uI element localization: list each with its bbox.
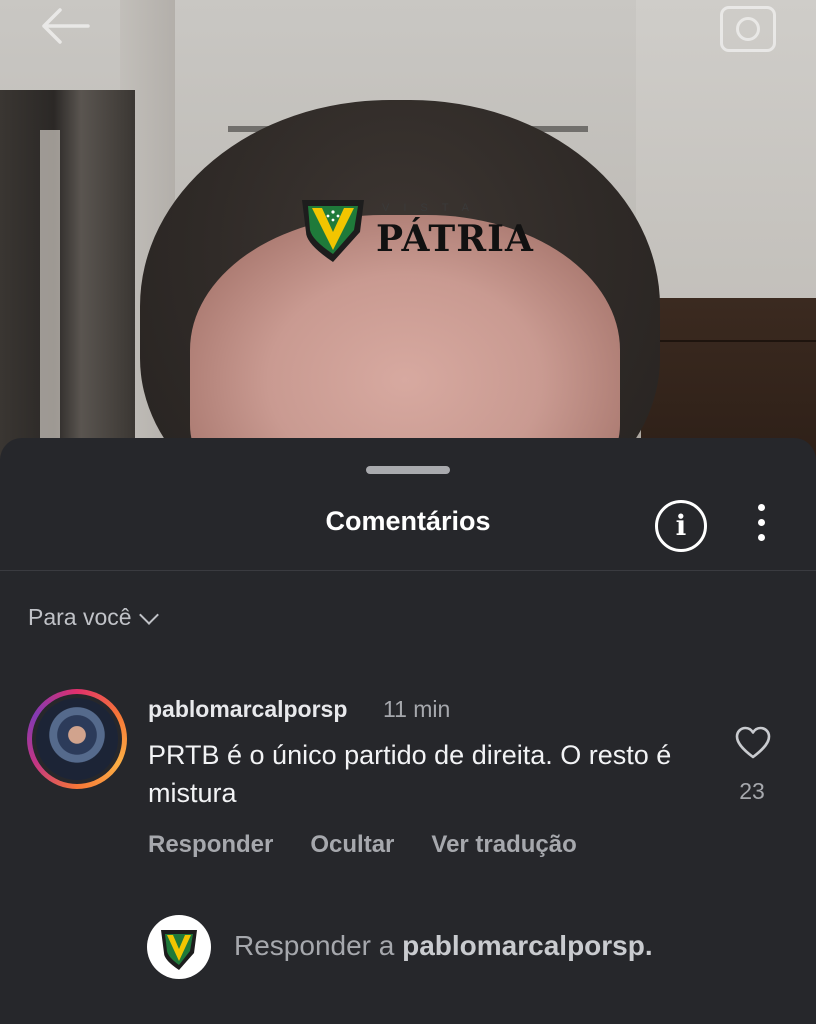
like-count: 23 xyxy=(739,778,765,804)
comment-filter-dropdown[interactable]: Para você xyxy=(28,604,159,631)
chevron-down-icon xyxy=(138,604,159,625)
more-vertical-icon[interactable] xyxy=(744,498,778,548)
reply-placeholder-prefix: Responder a xyxy=(234,930,395,961)
reply-input[interactable]: Responder a pablomarcalporsp. xyxy=(234,930,653,962)
header-divider xyxy=(0,570,816,571)
cabinet-edge xyxy=(641,340,816,342)
reply-button[interactable]: Responder xyxy=(148,831,273,859)
current-user-avatar xyxy=(147,915,211,979)
comments-sheet: Comentários i Para você pablomarcalporsp… xyxy=(0,438,816,1024)
arrow-left-icon[interactable] xyxy=(38,6,90,53)
vista-patria-watermark: VISTA PÁTRIA xyxy=(298,194,533,264)
background-door xyxy=(0,90,135,470)
comment-item: pablomarcalporsp 11 min PRTB é o único p… xyxy=(0,684,816,874)
translate-button[interactable]: Ver tradução xyxy=(431,831,576,859)
watermark-subtitle: VISTA xyxy=(382,202,483,214)
avatar-story-ring[interactable] xyxy=(27,689,127,789)
camera-icon[interactable] xyxy=(720,6,776,52)
background-curtain xyxy=(40,130,60,470)
watermark-title: PÁTRIA xyxy=(376,218,534,260)
reply-placeholder-target: pablomarcalporsp. xyxy=(402,930,653,961)
video-player[interactable]: VISTA PÁTRIA xyxy=(0,0,816,470)
avatar xyxy=(32,694,122,784)
shield-logo-icon xyxy=(161,930,197,970)
sheet-drag-handle[interactable] xyxy=(366,466,450,474)
comment-text: PRTB é o único partido de direita. O res… xyxy=(148,740,672,808)
comment-username[interactable]: pablomarcalporsp xyxy=(148,696,347,723)
avatar-image xyxy=(36,698,118,780)
reply-composer: Responder a pablomarcalporsp. xyxy=(0,910,816,990)
comment-actions: Responder Ocultar Ver tradução xyxy=(148,831,577,859)
heart-icon[interactable] xyxy=(735,726,771,760)
shield-logo-icon xyxy=(302,200,364,262)
comment-timestamp: 11 min xyxy=(383,696,451,722)
info-icon[interactable]: i xyxy=(655,500,707,552)
filter-label: Para você xyxy=(28,604,132,630)
hide-button[interactable]: Ocultar xyxy=(310,831,394,859)
